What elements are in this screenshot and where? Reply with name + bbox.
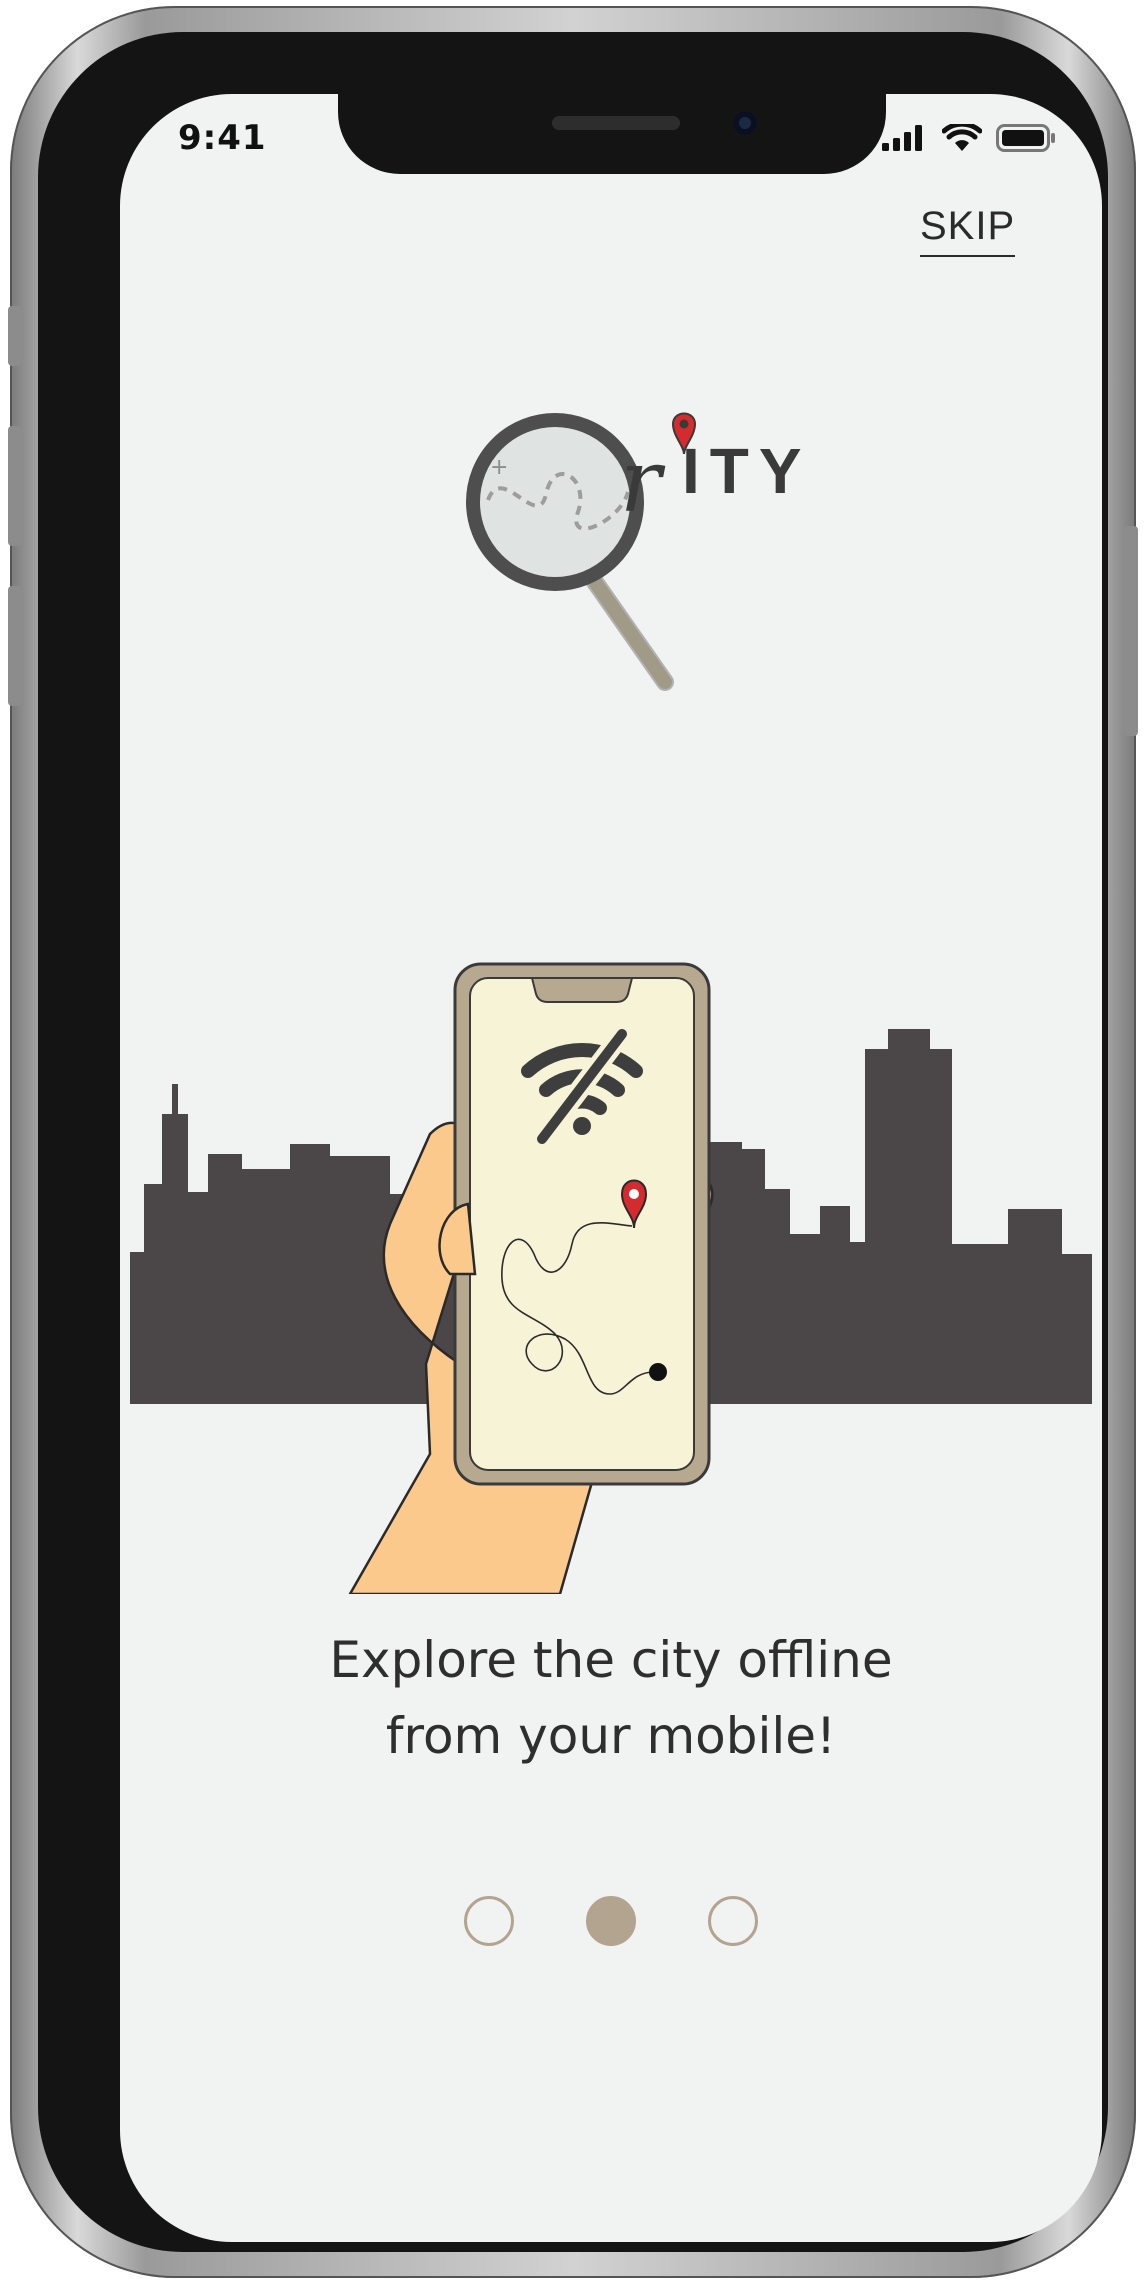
skip-button[interactable]: SKIP	[920, 204, 1016, 257]
page-dot-2-active[interactable]	[586, 1896, 636, 1946]
front-camera	[733, 111, 757, 135]
page-dot-3[interactable]	[708, 1896, 758, 1946]
page-dot-1[interactable]	[464, 1896, 514, 1946]
volume-down-button	[8, 586, 22, 706]
power-button	[1124, 526, 1138, 736]
logo-letter: r	[620, 432, 662, 532]
page-indicator	[120, 1896, 1102, 1946]
mute-switch	[8, 306, 22, 366]
app-screen: 9:41 SKIP + r ITY Explore the city offli…	[120, 94, 1102, 2242]
phone-bezel: 9:41 SKIP + r ITY Explore the city offli…	[38, 32, 1108, 2252]
logo-text: ITY	[682, 435, 812, 507]
hand-phone-illustration	[348, 962, 714, 1594]
svg-text:+: +	[490, 455, 508, 480]
app-logo: + r ITY	[450, 382, 870, 692]
signal-icon	[882, 125, 922, 151]
onboarding-title-line2: from your mobile!	[385, 1707, 837, 1765]
battery-icon	[996, 124, 1055, 152]
onboarding-title-line1: Explore the city offline	[329, 1631, 893, 1689]
notch	[338, 94, 886, 174]
status-time: 9:41	[178, 118, 267, 158]
wifi-icon	[942, 124, 982, 151]
status-icons	[882, 124, 1056, 152]
volume-up-button	[8, 426, 22, 546]
speaker-grille	[552, 116, 680, 130]
onboarding-title: Explore the city offline from your mobil…	[120, 1622, 1102, 1774]
magnifier-icon: +	[466, 412, 697, 691]
phone-frame: 9:41 SKIP + r ITY Explore the city offli…	[8, 6, 1138, 2278]
